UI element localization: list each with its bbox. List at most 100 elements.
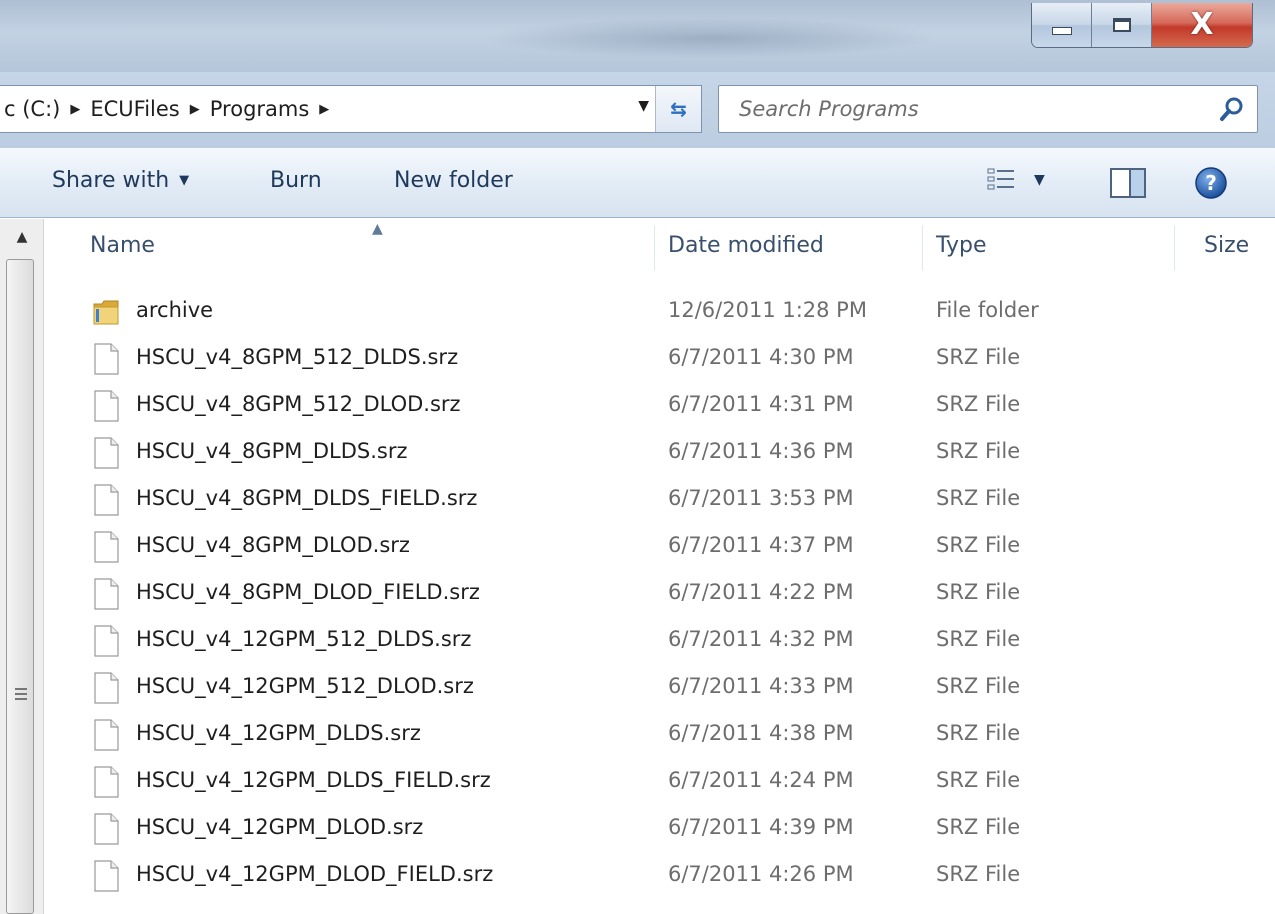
file-icon	[94, 625, 119, 657]
column-divider[interactable]	[922, 225, 923, 271]
refresh-button[interactable]: ⇆	[655, 86, 701, 132]
file-row[interactable]: HSCU_v4_8GPM_DLOD_FIELD.srz 6/7/2011 4:22…	[44, 570, 1275, 617]
file-type: SRZ File	[936, 392, 1021, 416]
minimize-button[interactable]	[1032, 3, 1092, 47]
file-row[interactable]: HSCU_v4_8GPM_512_DLDS.srz 6/7/2011 4:30 P…	[44, 335, 1275, 382]
file-date-modified: 6/7/2011 4:33 PM	[668, 674, 854, 698]
help-icon[interactable]: ?	[1194, 166, 1228, 200]
search-box[interactable]	[718, 85, 1258, 133]
breadcrumb-programs[interactable]: Programs	[206, 97, 314, 121]
file-name: HSCU_v4_8GPM_DLDS_FIELD.srz	[136, 486, 478, 510]
file-name: HSCU_v4_12GPM_DLOD.srz	[136, 815, 424, 839]
address-bar-area: c (C:) ▶ ECUFiles ▶ Programs ▶ ▼ ⇆	[0, 72, 1275, 148]
file-name: HSCU_v4_12GPM_512_DLOD.srz	[136, 674, 474, 698]
file-date-modified: 6/7/2011 3:53 PM	[668, 486, 854, 510]
share-with-label: Share with	[52, 168, 170, 193]
address-bar[interactable]: c (C:) ▶ ECUFiles ▶ Programs ▶ ▼ ⇆	[0, 85, 702, 133]
column-header-type[interactable]: Type	[936, 233, 987, 258]
sort-ascending-icon: ▲	[372, 221, 383, 237]
column-header-size[interactable]: Size	[1204, 233, 1249, 258]
chevron-down-icon: ▼	[179, 173, 190, 188]
vertical-scrollbar[interactable]: ▲	[0, 219, 44, 914]
title-bar-blur	[480, 18, 940, 58]
file-date-modified: 6/7/2011 4:26 PM	[668, 862, 854, 886]
folder-icon	[93, 300, 119, 325]
minimize-icon	[1051, 27, 1072, 35]
file-icon	[94, 719, 119, 751]
new-folder-button[interactable]: New folder	[394, 168, 513, 193]
close-button[interactable]: X	[1152, 3, 1252, 47]
address-dropdown-icon[interactable]: ▼	[638, 98, 649, 114]
file-row[interactable]: HSCU_v4_12GPM_DLDS_FIELD.srz 6/7/2011 4:2…	[44, 758, 1275, 805]
scroll-up-arrow-icon[interactable]: ▲	[0, 219, 44, 255]
file-type: SRZ File	[936, 439, 1021, 463]
file-name: HSCU_v4_12GPM_DLDS.srz	[136, 721, 421, 745]
details-view-icon	[987, 168, 1014, 190]
file-type: SRZ File	[936, 674, 1021, 698]
file-type: SRZ File	[936, 862, 1021, 886]
file-name: HSCU_v4_8GPM_512_DLDS.srz	[136, 345, 459, 369]
file-date-modified: 6/7/2011 4:24 PM	[668, 768, 854, 792]
file-date-modified: 6/7/2011 4:32 PM	[668, 627, 854, 651]
file-row[interactable]: HSCU_v4_12GPM_DLOD.srz 6/7/2011 4:39 PM SR…	[44, 805, 1275, 852]
breadcrumb-separator-icon[interactable]: ▶	[64, 102, 86, 117]
column-divider[interactable]	[654, 225, 655, 271]
file-type: SRZ File	[936, 768, 1021, 792]
file-row[interactable]: HSCU_v4_12GPM_DLOD_FIELD.srz 6/7/2011 4:2…	[44, 852, 1275, 899]
file-row[interactable]: archive 12/6/2011 1:28 PM File folder	[44, 288, 1275, 335]
burn-button[interactable]: Burn	[270, 168, 322, 193]
file-icon	[94, 813, 119, 845]
maximize-icon	[1112, 18, 1131, 32]
file-row[interactable]: HSCU_v4_8GPM_DLOD.srz 6/7/2011 4:37 PM SRZ…	[44, 523, 1275, 570]
file-row[interactable]: HSCU_v4_8GPM_512_DLOD.srz 6/7/2011 4:31 P…	[44, 382, 1275, 429]
column-header-name[interactable]: Name	[90, 233, 155, 258]
file-date-modified: 6/7/2011 4:39 PM	[668, 815, 854, 839]
column-header-date[interactable]: Date modified	[668, 233, 824, 258]
title-bar: X	[0, 0, 1275, 72]
change-view-button[interactable]: ▼	[986, 166, 1045, 194]
svg-text:?: ?	[1205, 171, 1217, 195]
file-type: SRZ File	[936, 815, 1021, 839]
maximize-button[interactable]	[1092, 3, 1152, 47]
file-row[interactable]: HSCU_v4_8GPM_DLDS.srz 6/7/2011 4:36 PM SRZ…	[44, 429, 1275, 476]
file-icon	[94, 390, 119, 422]
file-date-modified: 6/7/2011 4:37 PM	[668, 533, 854, 557]
breadcrumb-ecufiles[interactable]: ECUFiles	[86, 97, 183, 121]
preview-pane-icon[interactable]	[1110, 168, 1146, 198]
scroll-thumb[interactable]	[6, 259, 34, 914]
file-icon	[94, 860, 119, 892]
file-type: SRZ File	[936, 486, 1021, 510]
scroll-grip-icon	[15, 688, 27, 703]
file-row[interactable]: HSCU_v4_8GPM_DLDS_FIELD.srz 6/7/2011 3:53…	[44, 476, 1275, 523]
file-type: SRZ File	[936, 580, 1021, 604]
file-date-modified: 6/7/2011 4:36 PM	[668, 439, 854, 463]
file-icon	[94, 672, 119, 704]
breadcrumb-separator-icon[interactable]: ▶	[313, 102, 335, 117]
file-date-modified: 6/7/2011 4:30 PM	[668, 345, 854, 369]
file-type: SRZ File	[936, 721, 1021, 745]
file-row[interactable]: HSCU_v4_12GPM_DLDS.srz 6/7/2011 4:38 PM SR…	[44, 711, 1275, 758]
file-date-modified: 6/7/2011 4:38 PM	[668, 721, 854, 745]
breadcrumb-separator-icon[interactable]: ▶	[184, 102, 206, 117]
window-controls: X	[1031, 3, 1253, 48]
file-name: HSCU_v4_8GPM_DLOD.srz	[136, 533, 410, 557]
file-name: HSCU_v4_8GPM_DLDS.srz	[136, 439, 408, 463]
close-icon: X	[1190, 7, 1214, 42]
column-divider[interactable]	[1174, 225, 1175, 271]
search-input[interactable]	[737, 96, 1181, 122]
file-icon	[94, 766, 119, 798]
file-icon	[94, 531, 119, 563]
breadcrumb-drive[interactable]: c (C:)	[0, 97, 64, 121]
search-icon[interactable]	[1219, 96, 1245, 122]
file-icon	[94, 343, 119, 375]
chevron-down-icon: ▼	[1034, 172, 1045, 188]
column-header: ▲ Name Date modified Type Size	[44, 219, 1275, 277]
file-type: SRZ File	[936, 345, 1021, 369]
share-with-button[interactable]: Share with ▼	[52, 168, 189, 193]
file-icon	[94, 437, 119, 469]
file-row[interactable]: HSCU_v4_12GPM_512_DLOD.srz 6/7/2011 4:33 …	[44, 664, 1275, 711]
file-row[interactable]: HSCU_v4_12GPM_512_DLDS.srz 6/7/2011 4:32 …	[44, 617, 1275, 664]
file-icon	[94, 484, 119, 516]
file-date-modified: 6/7/2011 4:22 PM	[668, 580, 854, 604]
file-name: HSCU_v4_8GPM_DLOD_FIELD.srz	[136, 580, 480, 604]
